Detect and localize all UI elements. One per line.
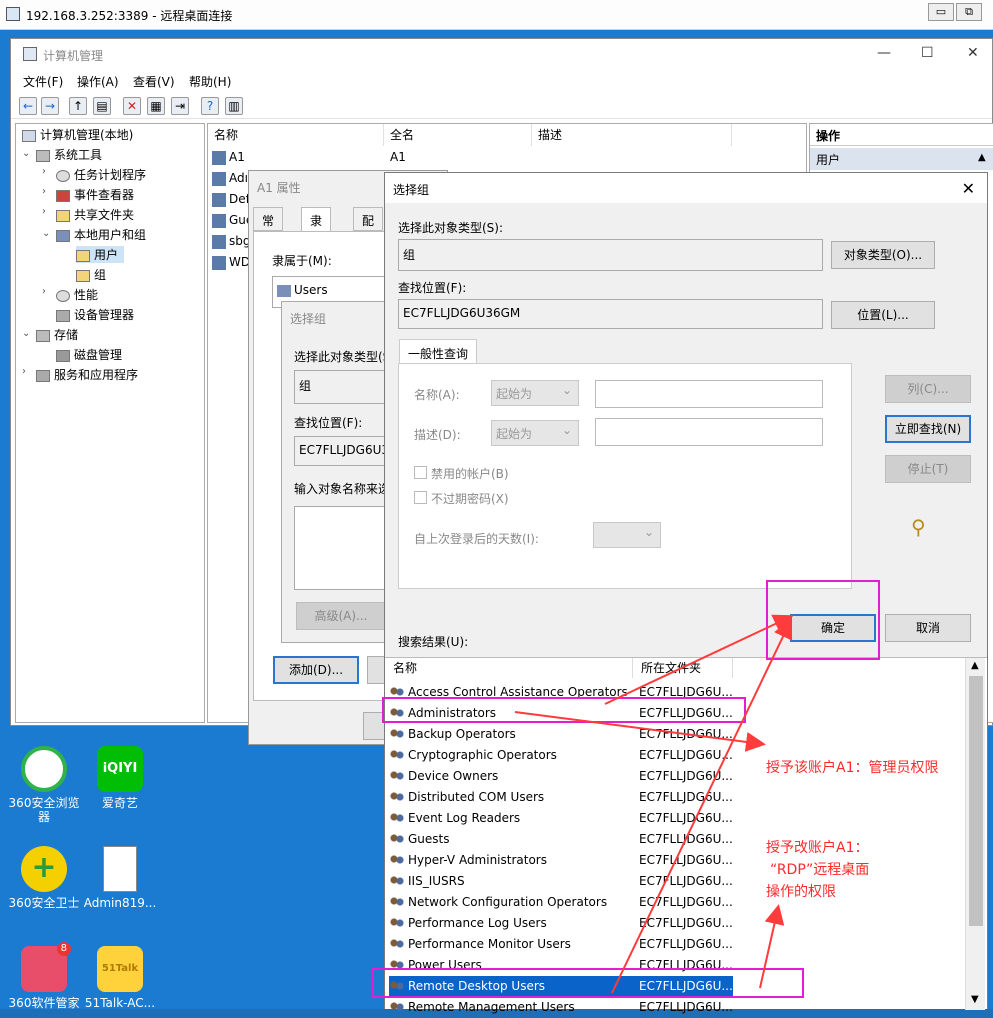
arrow-admin-to-note xyxy=(514,711,766,752)
note-admin-privilege: 授予该账户A1：管理员权限 xyxy=(766,760,939,776)
note-rdp-line1: 授予改账户A1： xyxy=(766,840,869,856)
arrow-rdp-to-note xyxy=(759,904,785,989)
arrow-admin-to-ok xyxy=(604,614,794,705)
note-rdp-line2: “RDP”远程桌面 xyxy=(770,862,870,878)
note-rdp-line3: 操作的权限 xyxy=(766,884,836,900)
arrow-rdp-to-ok xyxy=(611,618,793,994)
